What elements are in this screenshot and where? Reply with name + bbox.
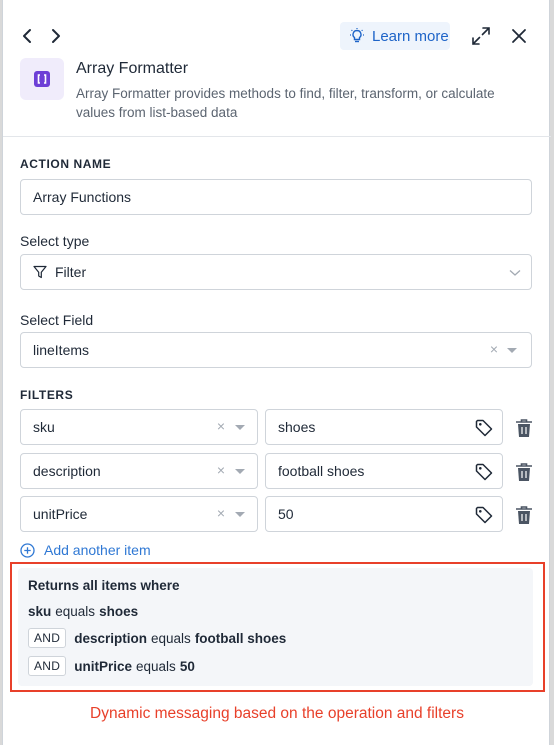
app-description: Array Formatter provides methods to find…: [76, 86, 495, 120]
brackets-icon: [34, 71, 50, 87]
filter-field-select-2[interactable]: description ×: [20, 453, 258, 489]
top-bar: Learn more: [3, 18, 551, 54]
filter-value-3: 50: [278, 506, 294, 522]
filter-value-1: shoes: [278, 419, 316, 435]
action-name-input[interactable]: Array Functions: [20, 179, 532, 215]
filter-field-3: unitPrice: [33, 506, 88, 522]
select-field-dropdown[interactable]: lineItems ×: [20, 332, 532, 368]
filters-label: FILTERS: [20, 388, 74, 402]
clear-filter-icon[interactable]: ×: [217, 418, 225, 434]
lightbulb-icon: [350, 28, 364, 43]
action-name-value: Array Functions: [33, 189, 132, 205]
action-name-label: ACTION NAME: [20, 157, 112, 171]
plus-circle-icon: [20, 542, 35, 558]
filter-value-2: football shoes: [278, 463, 365, 479]
clear-filter-icon[interactable]: ×: [217, 505, 225, 521]
clear-filter-icon[interactable]: ×: [217, 462, 225, 478]
close-button[interactable]: [509, 26, 529, 46]
learn-more-label: Learn more: [372, 27, 449, 45]
header-divider: [3, 136, 551, 137]
filter-value-input-2[interactable]: football shoes: [265, 453, 503, 489]
add-another-item-button[interactable]: Add another item: [20, 540, 151, 560]
caret-down-icon[interactable]: [507, 348, 517, 353]
filter-value-input-1[interactable]: shoes: [265, 409, 503, 445]
clear-field-icon[interactable]: ×: [490, 341, 498, 357]
tag-icon[interactable]: [474, 505, 494, 525]
select-type-value: Filter: [55, 264, 87, 280]
annotation-highlight-box: [10, 562, 545, 692]
chevron-right-icon: [52, 29, 60, 43]
filter-icon: [33, 265, 47, 279]
select-type-label: Select type: [20, 233, 90, 249]
chevron-down-icon: [509, 270, 521, 276]
app-title: Array Formatter: [76, 60, 189, 77]
forward-button[interactable]: [46, 26, 66, 46]
caret-down-icon[interactable]: [235, 512, 245, 517]
select-type-dropdown[interactable]: Filter: [20, 254, 532, 290]
select-field-value: lineItems: [33, 342, 90, 358]
expand-icon: [472, 27, 490, 45]
select-field-label: Select Field: [20, 312, 94, 328]
filter-field-2: description: [33, 463, 101, 479]
filter-value-input-3[interactable]: 50: [265, 496, 503, 532]
back-button[interactable]: [17, 26, 37, 46]
learn-more-button[interactable]: Learn more: [340, 22, 450, 50]
caret-down-icon[interactable]: [235, 425, 245, 430]
close-icon: [512, 29, 526, 43]
filter-field-select-3[interactable]: unitPrice ×: [20, 496, 258, 532]
trash-icon[interactable]: [515, 505, 533, 525]
add-another-item-label: Add another item: [44, 542, 151, 558]
trash-icon[interactable]: [515, 462, 533, 482]
caret-down-icon[interactable]: [235, 469, 245, 474]
chevron-left-icon: [23, 29, 31, 43]
tag-icon[interactable]: [474, 418, 494, 438]
app-icon: [20, 58, 64, 100]
trash-icon[interactable]: [515, 418, 533, 438]
filter-field-1: sku: [33, 419, 55, 435]
expand-button[interactable]: [471, 26, 491, 46]
tag-icon[interactable]: [474, 462, 494, 482]
filter-field-select-1[interactable]: sku ×: [20, 409, 258, 445]
annotation-caption: Dynamic messaging based on the operation…: [90, 705, 464, 722]
